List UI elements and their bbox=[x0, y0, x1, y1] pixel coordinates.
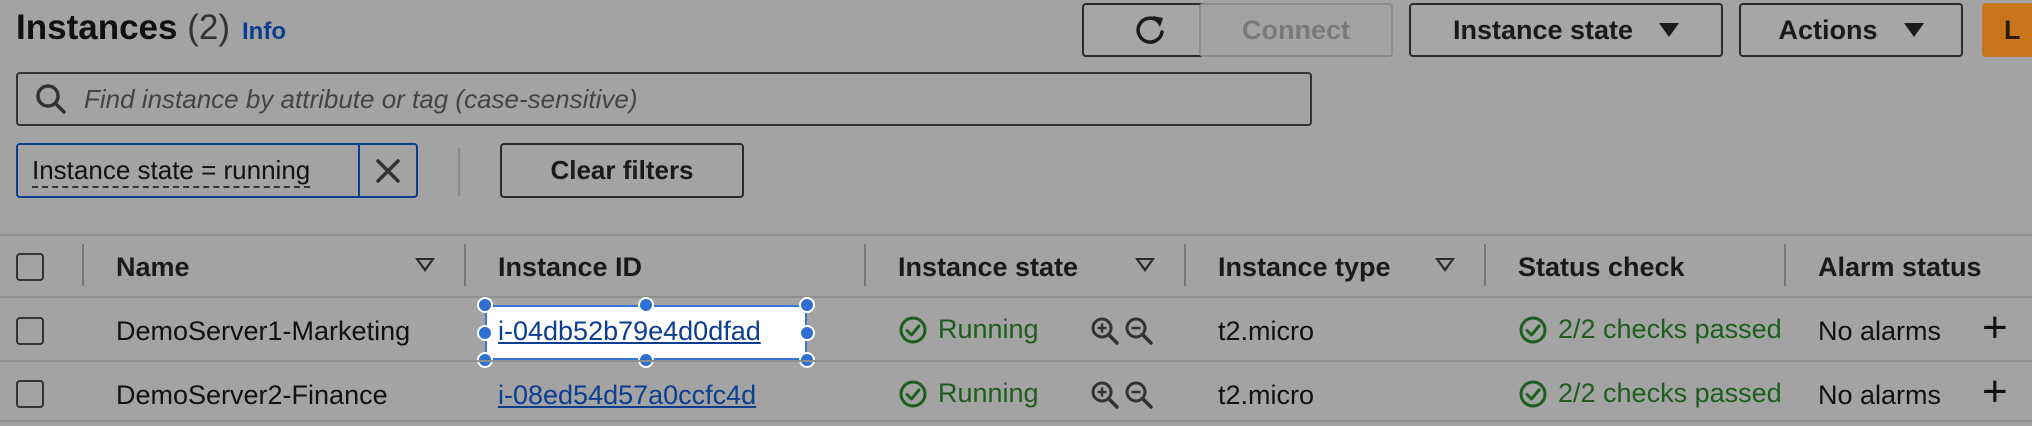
instance-state-cell: Running bbox=[898, 314, 1039, 345]
row-checkbox[interactable] bbox=[16, 317, 44, 345]
sort-caret-icon[interactable] bbox=[1135, 258, 1155, 272]
check-circle-icon bbox=[1519, 380, 1547, 407]
add-alarm-button[interactable]: + bbox=[1982, 306, 2008, 350]
zoom-in-icon[interactable] bbox=[1090, 316, 1120, 346]
instance-count: (2) bbox=[187, 8, 230, 47]
instance-state-label: Instance state bbox=[1452, 14, 1634, 45]
zoom-out-icon[interactable] bbox=[1124, 380, 1154, 410]
instance-state-text: Running bbox=[938, 314, 1039, 344]
info-link[interactable]: Info bbox=[242, 18, 286, 46]
filter-chip-label-wrap[interactable]: Instance state = running bbox=[18, 145, 358, 196]
table-top-border bbox=[0, 234, 2032, 236]
actions-dropdown[interactable]: Actions bbox=[1739, 3, 1963, 57]
table-header-border bbox=[0, 296, 2032, 298]
status-check-text: 2/2 checks passed bbox=[1558, 314, 1782, 344]
zoom-in-icon[interactable] bbox=[1090, 380, 1120, 410]
remove-filter-button[interactable] bbox=[358, 145, 416, 196]
column-divider[interactable] bbox=[864, 244, 866, 286]
zoom-out-icon[interactable] bbox=[1124, 316, 1154, 346]
close-icon bbox=[376, 158, 400, 183]
resize-handle[interactable] bbox=[799, 297, 815, 313]
connect-label: Connect bbox=[1242, 14, 1350, 45]
page-title-text: Instances bbox=[16, 8, 178, 47]
row-divider bbox=[0, 360, 2032, 362]
instance-state-text: Running bbox=[938, 378, 1039, 408]
resize-handle[interactable] bbox=[799, 325, 815, 341]
check-circle-icon bbox=[899, 316, 927, 343]
caret-down-icon bbox=[1659, 23, 1680, 37]
instance-state-dropdown[interactable]: Instance state bbox=[1409, 3, 1723, 57]
instance-type: t2.micro bbox=[1218, 380, 1315, 410]
actions-label: Actions bbox=[1778, 14, 1878, 45]
instance-id-link[interactable]: i-04db52b79e4d0dfad bbox=[498, 316, 761, 347]
add-alarm-button[interactable]: + bbox=[1982, 370, 2008, 414]
search-icon bbox=[36, 84, 66, 114]
filter-divider bbox=[458, 148, 460, 196]
check-circle-icon bbox=[1519, 316, 1547, 343]
column-header-status-check[interactable]: Status check bbox=[1518, 252, 1685, 283]
search-input[interactable]: Find instance by attribute or tag (case-… bbox=[16, 72, 1312, 126]
instance-state-cell: Running bbox=[898, 378, 1039, 409]
column-divider[interactable] bbox=[1784, 244, 1786, 286]
status-check-text: 2/2 checks passed bbox=[1558, 378, 1782, 408]
sort-caret-icon[interactable] bbox=[1435, 258, 1455, 272]
launch-instances-button[interactable]: L bbox=[1982, 3, 2032, 57]
column-header-instance-type[interactable]: Instance type bbox=[1218, 252, 1391, 283]
status-check-cell[interactable]: 2/2 checks passed bbox=[1518, 314, 1782, 345]
instance-type: t2.micro bbox=[1218, 316, 1315, 346]
alarm-status: No alarms bbox=[1818, 316, 1942, 346]
column-divider[interactable] bbox=[1484, 244, 1486, 286]
column-divider bbox=[82, 244, 84, 286]
column-divider[interactable] bbox=[1184, 244, 1186, 286]
column-divider[interactable] bbox=[464, 244, 466, 286]
clear-filters-button[interactable]: Clear filters bbox=[500, 143, 744, 198]
caret-down-icon bbox=[1903, 23, 1924, 37]
status-check-cell[interactable]: 2/2 checks passed bbox=[1518, 378, 1782, 409]
check-circle-icon bbox=[899, 380, 927, 407]
resize-handle[interactable] bbox=[638, 297, 654, 313]
instance-id-link[interactable]: i-08ed54d57a0ccfc4d bbox=[498, 380, 756, 411]
refresh-button[interactable] bbox=[1082, 3, 1218, 57]
column-header-name[interactable]: Name bbox=[116, 252, 190, 283]
instance-name: DemoServer1-Marketing bbox=[116, 316, 411, 346]
sort-caret-icon[interactable] bbox=[415, 258, 435, 272]
column-header-alarm-status[interactable]: Alarm status bbox=[1818, 252, 1982, 283]
table-bottom-border bbox=[0, 420, 2032, 422]
column-header-instance-state[interactable]: Instance state bbox=[898, 252, 1078, 283]
alarm-status: No alarms bbox=[1818, 380, 1942, 410]
filter-chip: Instance state = running bbox=[16, 143, 418, 198]
column-header-instance-id[interactable]: Instance ID bbox=[498, 252, 642, 283]
resize-handle[interactable] bbox=[477, 297, 493, 313]
select-all-checkbox[interactable] bbox=[16, 253, 44, 281]
launch-label: L bbox=[2004, 14, 2021, 45]
filter-chip-label: Instance state = running bbox=[32, 154, 311, 188]
row-checkbox[interactable] bbox=[16, 380, 44, 408]
refresh-icon bbox=[1136, 16, 1164, 44]
instance-name: DemoServer2-Finance bbox=[116, 380, 388, 410]
connect-button[interactable]: Connect bbox=[1199, 3, 1393, 57]
page-title: Instances (2) bbox=[16, 8, 230, 48]
search-placeholder: Find instance by attribute or tag (case-… bbox=[84, 83, 638, 114]
resize-handle[interactable] bbox=[477, 325, 493, 341]
